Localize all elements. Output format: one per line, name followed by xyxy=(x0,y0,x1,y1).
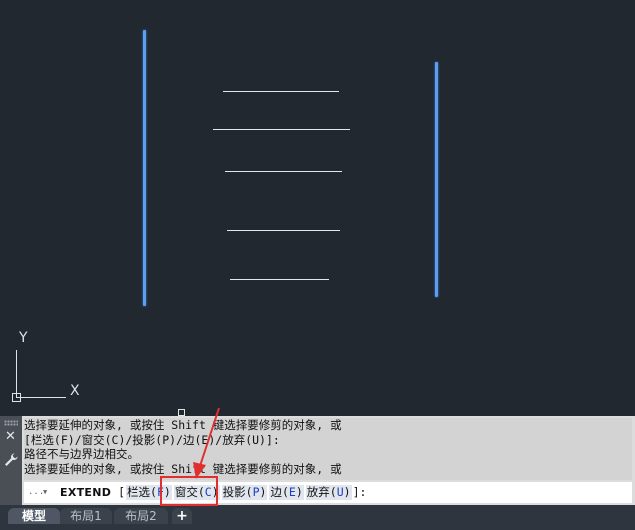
ucs-origin-box xyxy=(12,393,21,402)
command-history: 选择要延伸的对象, 或按住 Shift 键选择要修剪的对象, 或 [栏选(F)/… xyxy=(24,418,632,480)
command-name: EXTEND xyxy=(60,486,112,499)
grip-handle[interactable] xyxy=(178,409,185,416)
chevron-down-icon: ▼ xyxy=(43,488,48,496)
line-segment-5[interactable] xyxy=(230,279,329,280)
command-prompt[interactable]: ... ▼ EXTEND [栏选(F) 窗交(C) 投影(P) 边(E) 放弃(U)]: xyxy=(24,482,632,503)
history-line: 路径不与边界边相交。 xyxy=(24,447,139,461)
option-project[interactable]: 投影(P) xyxy=(221,485,268,500)
drawing-canvas[interactable]: Y X xyxy=(0,0,635,416)
command-line-sidebar: ✕ xyxy=(0,416,22,505)
boundary-line-left[interactable] xyxy=(143,30,146,306)
recent-commands-dropdown[interactable]: ... ▼ xyxy=(28,486,48,499)
history-line: [栏选(F)/窗交(C)/投影(P)/边(E)/放弃(U)]: xyxy=(24,432,280,447)
close-icon[interactable]: ✕ xyxy=(5,430,16,443)
line-segment-4[interactable] xyxy=(227,230,340,231)
history-line: 选择要延伸的对象, 或按住 Shift 键选择要修剪的对象, 或 xyxy=(24,461,342,476)
tab-layout1[interactable]: 布局1 xyxy=(60,508,112,524)
highlight-box xyxy=(160,476,218,506)
tab-layout2[interactable]: 布局2 xyxy=(114,508,168,524)
ucs-x-label: X xyxy=(70,383,80,399)
ucs-y-axis xyxy=(16,350,17,397)
tab-model[interactable]: 模型 xyxy=(8,508,60,524)
wrench-icon[interactable] xyxy=(3,452,19,468)
line-segment-1[interactable] xyxy=(223,91,339,92)
option-undo[interactable]: 放弃(U) xyxy=(305,485,352,500)
layout-tab-bar: 模型 布局1 布局2 + xyxy=(0,505,635,530)
option-edge[interactable]: 边(E) xyxy=(269,485,304,500)
line-segment-3[interactable] xyxy=(225,171,342,172)
add-layout-button[interactable]: + xyxy=(172,508,192,524)
line-segment-2[interactable] xyxy=(213,129,350,130)
boundary-line-right[interactable] xyxy=(435,62,438,297)
ucs-y-label: Y xyxy=(19,330,28,346)
history-line: 选择要延伸的对象, 或按住 Shift 键选择要修剪的对象, 或 xyxy=(24,418,342,432)
drag-handle-icon[interactable] xyxy=(4,420,18,426)
ucs-x-axis xyxy=(16,397,66,398)
command-line-window: ✕ 选择要延伸的对象, 或按住 Shift 键选择要修剪的对象, 或 [栏选(F… xyxy=(0,416,635,505)
